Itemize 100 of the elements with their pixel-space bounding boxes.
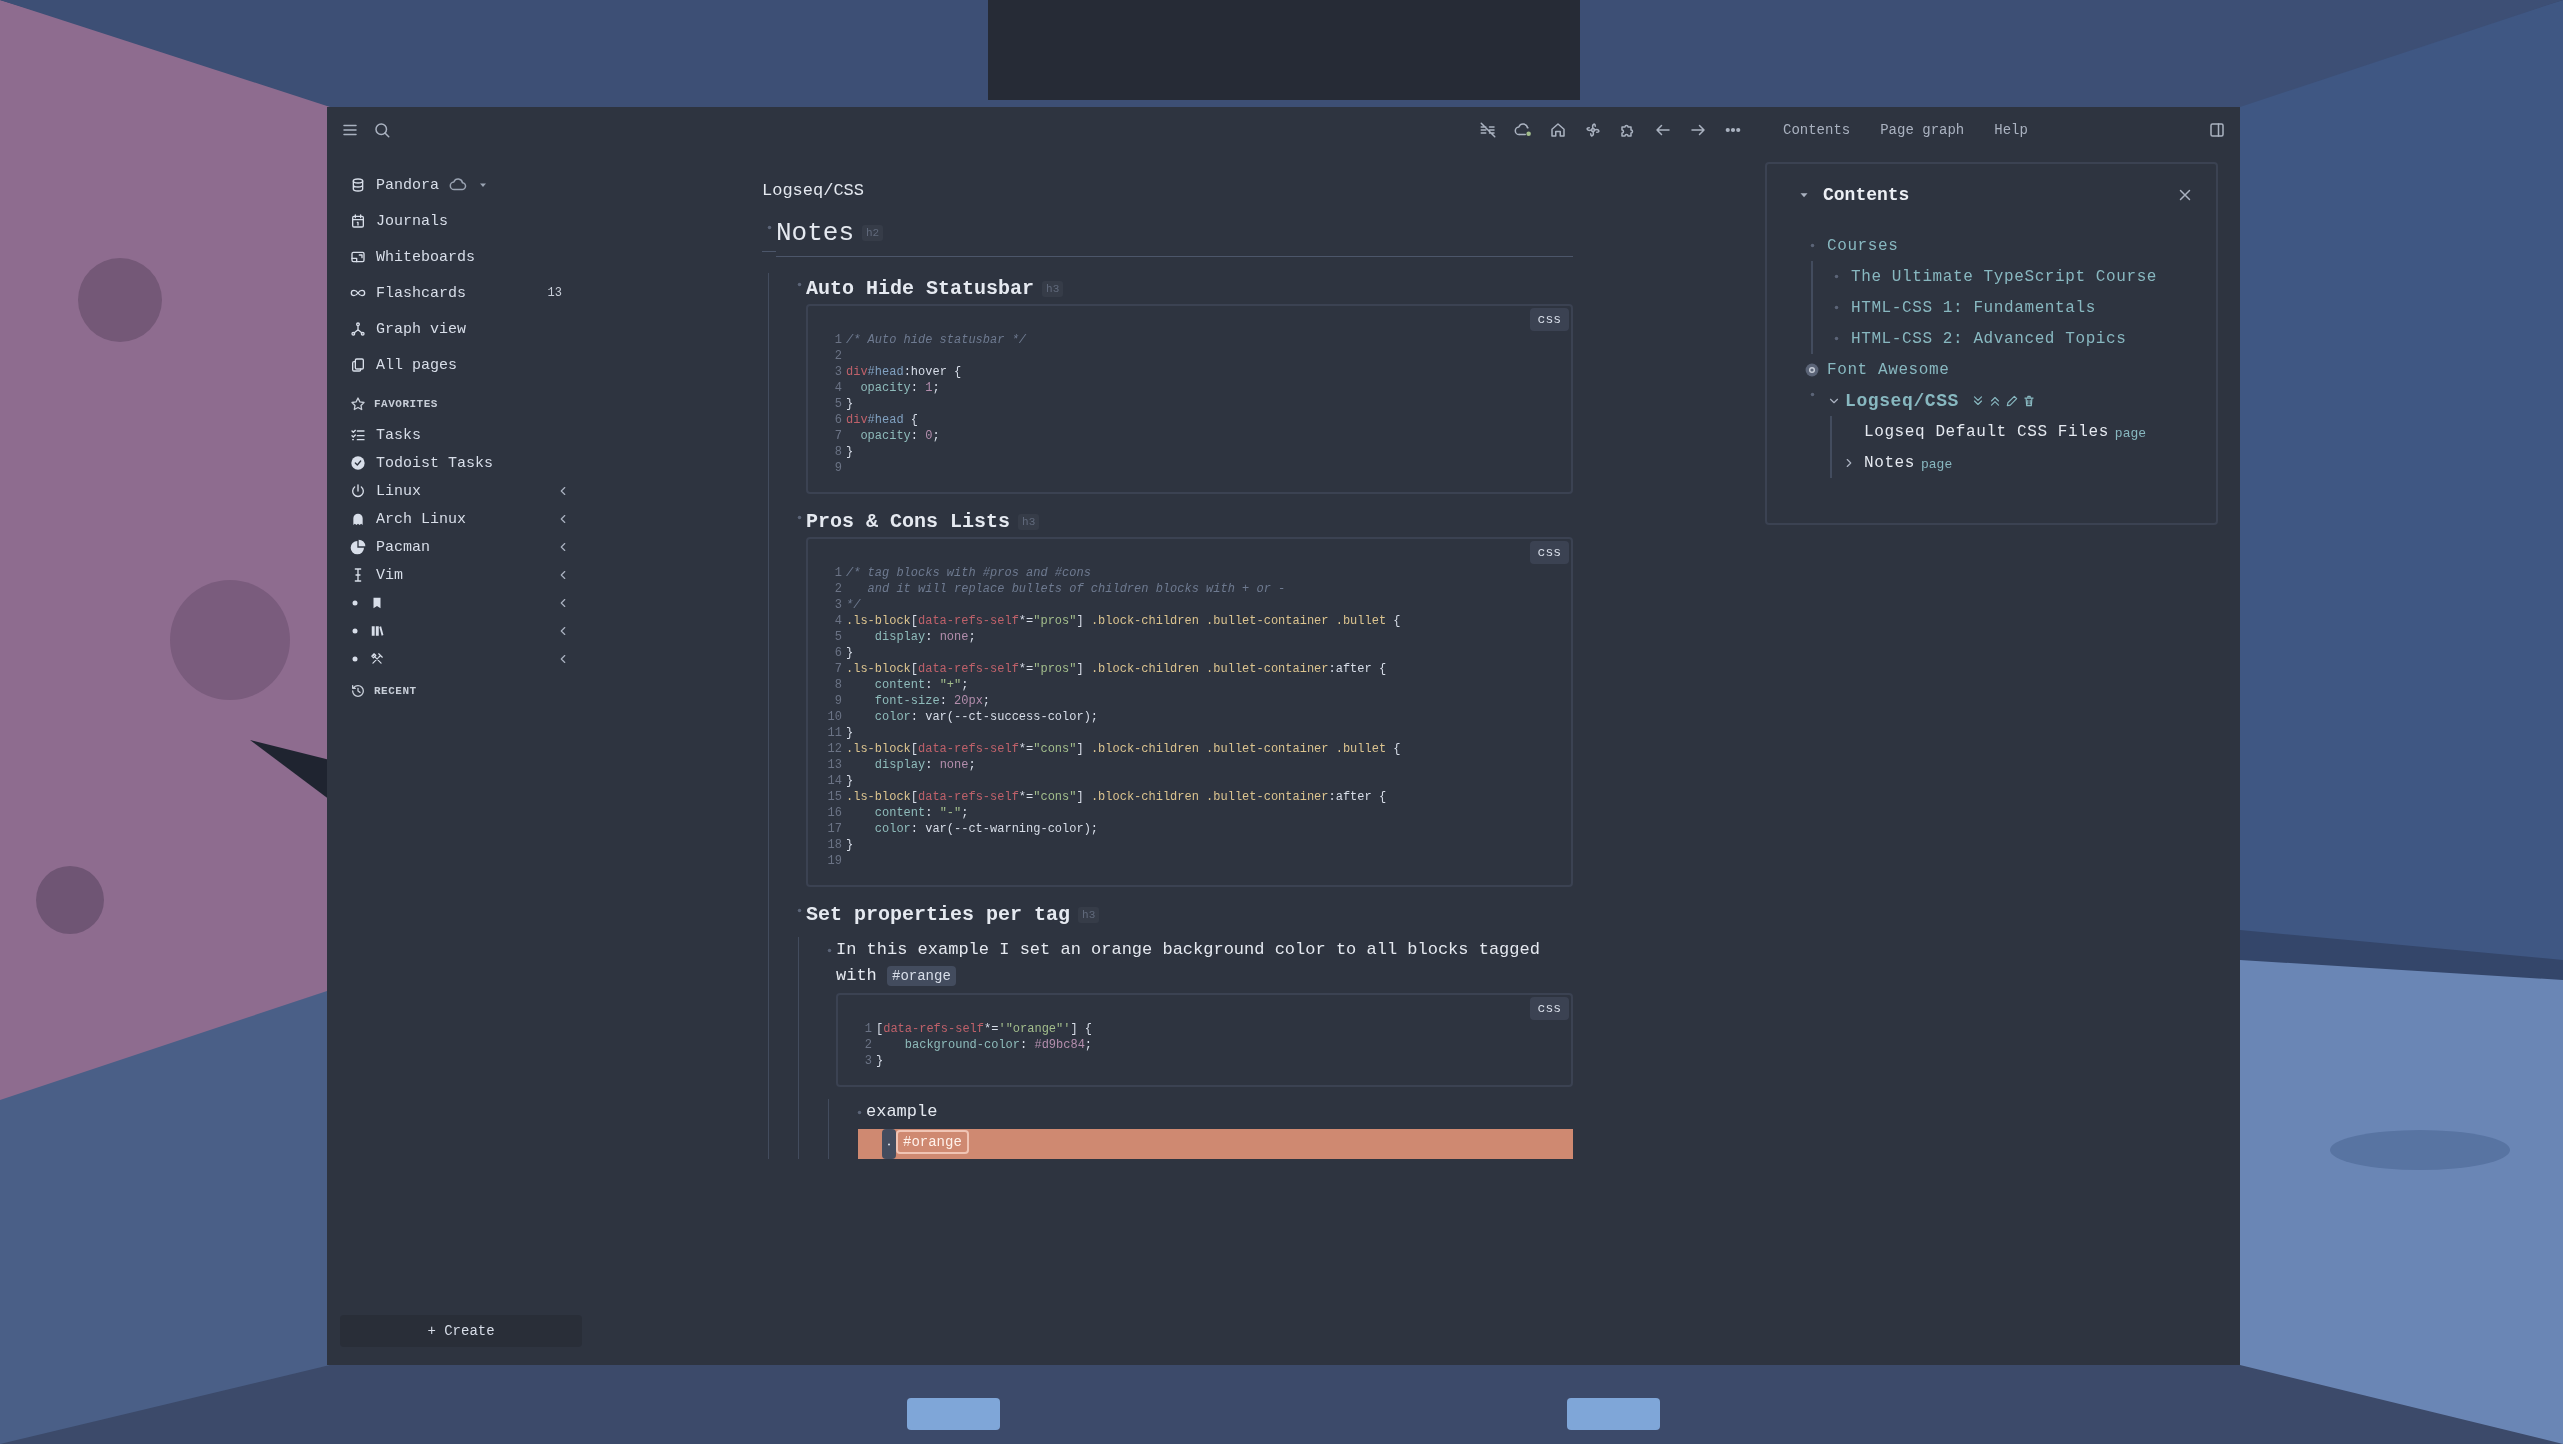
database-icon [350,177,366,193]
nav-item[interactable]: Graph view [350,311,566,347]
line-number: 1 [833,332,842,348]
code-line: */ [846,597,861,613]
code-line: opacity: 0; [859,428,940,444]
collapsed-bullet-icon[interactable] [1805,362,1819,377]
line-number: 12 [826,741,842,757]
whiteboard-icon [350,249,366,265]
code-line: background-color: #d9bc84; [903,1037,1093,1053]
pie-icon [350,539,366,555]
panel-title: Contents [1823,185,1910,205]
code-line: } [846,773,854,789]
language-label[interactable]: css [1529,997,1569,1020]
favorite-item[interactable]: Tasks [350,421,570,449]
type-label: page [2114,424,2147,441]
line-number: 13 [826,757,842,773]
dot-icon [350,654,360,664]
code-line: .ls-block[data-refs-self*="pros"] .block-children .bullet-container:after { [846,661,1387,677]
code-line: } [876,1053,884,1069]
line-number: 3 [863,1053,872,1069]
toolbar-link[interactable]: Help [1994,122,2028,138]
tools-icon [370,652,384,666]
language-label[interactable]: css [1529,541,1569,564]
code-line: .ls-block[data-refs-self*="cons"] .block-children .bullet-container .bullet { [846,741,1401,757]
outline-link[interactable]: The Ultimate TypeScript Course [1851,267,2158,286]
cloud-icon[interactable] [1514,121,1532,139]
graph-selector[interactable]: Pandora [350,167,566,203]
code-line: div#head { [846,412,919,428]
sidebar-toggle-icon[interactable] [2208,121,2226,139]
trash-icon[interactable] [2022,393,2037,408]
line-number: 14 [826,773,842,789]
outline-link[interactable]: HTML-CSS 1: Fundamentals [1851,298,2096,317]
code-line: } [846,396,854,412]
crossed-out-icon[interactable] [1479,121,1497,139]
code-line: .ls-block[data-refs-self*="cons"] .block-children .bullet-container:after { [846,789,1387,805]
favorite-item[interactable]: Todoist Tasks [350,449,570,477]
line-number: 16 [826,805,842,821]
favorite-item[interactable]: Arch Linux [350,505,570,533]
nav-item[interactable]: Flashcards 13 [350,275,566,311]
line-number: 4 [833,613,842,629]
code-line: display: none; [873,757,976,773]
code-line: .ls-block[data-refs-self*="pros"] .block-children .bullet-container .bullet { [846,613,1401,629]
line-number: 2 [833,581,842,597]
line-number: 9 [833,693,842,709]
edit-icon[interactable] [2005,393,2020,408]
block-text: example [866,1101,939,1123]
line-number: 3 [833,597,842,613]
block-text: In this example I set an orange background color to all blocks tagged with #orange [836,939,1541,988]
pinwheel-icon[interactable] [1584,121,1602,139]
page-link[interactable]: Notes [1864,453,1915,472]
calendar-icon [350,213,366,229]
nav-item[interactable]: Whiteboards [350,239,566,275]
line-number: 5 [833,629,842,645]
line-number: 15 [826,789,842,805]
code-line: } [846,725,854,741]
nav-item[interactable]: All pages [350,347,566,383]
toolbar-link[interactable]: Page graph [1880,122,1965,138]
outline-link[interactable]: HTML-CSS 2: Advanced Topics [1851,329,2127,348]
code-line: color: var(--ct-success-color); [873,709,1099,725]
line-number: 11 [826,725,842,741]
section-title: RECENT [374,685,417,697]
history-icon [350,683,366,699]
dot-icon [350,598,360,608]
line-number: 5 [833,396,842,412]
books-icon [370,624,384,638]
line-number: 2 [863,1037,872,1053]
toolbar-link[interactable]: Contents [1783,122,1851,138]
language-label[interactable]: css [1529,308,1569,331]
line-number: 1 [863,1021,872,1037]
star-icon [350,396,366,412]
heading: Auto Hide Statusbar [806,277,1035,300]
code-line: /* tag blocks with #pros and #cons [846,565,1091,581]
line-number: 2 [833,348,842,364]
line-number: 17 [826,821,842,837]
page-link[interactable]: Logseq Default CSS Files [1864,422,2109,441]
favorite-item[interactable]: Pacman [350,533,570,561]
line-number: 3 [833,364,842,380]
home-icon[interactable] [1549,121,1567,139]
line-number: 6 [833,412,842,428]
favorite-item[interactable]: Linux [350,477,570,505]
dot-icon [350,626,360,636]
nav-item[interactable]: Journals [350,203,566,239]
line-number: 7 [833,428,842,444]
favorite-item[interactable]: Vim [350,561,570,589]
outline-link[interactable]: Font Awesome [1827,360,1950,379]
outline-page-link[interactable]: Logseq/CSS [1845,390,1960,411]
type-label: page [1921,455,1953,472]
line-number: 4 [833,380,842,396]
line-number: 6 [833,645,842,661]
power-icon [350,483,366,499]
search-icon[interactable] [373,121,391,139]
code-line: opacity: 1; [859,380,940,396]
line-number: 8 [833,677,842,693]
line-number: 8 [833,444,842,460]
outline-link[interactable]: Courses [1827,236,1899,255]
code-line: color: var(--ct-warning-color); [873,821,1099,837]
page-tag[interactable]: #orange [887,966,956,986]
create-button[interactable]: + Create [340,1315,582,1347]
line-number: 1 [833,565,842,581]
code-line: } [846,645,854,661]
